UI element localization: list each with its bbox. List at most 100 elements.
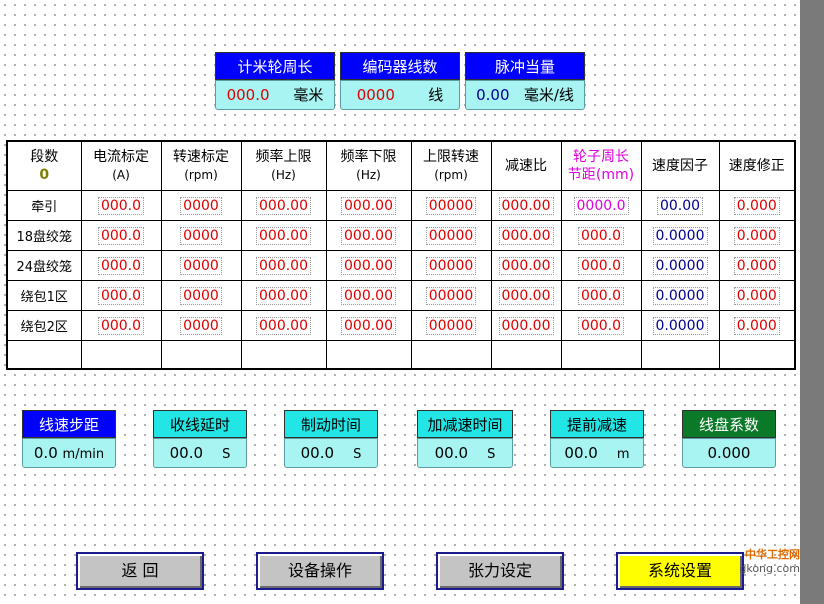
line-speed-step-field[interactable]: 0.0 m/min <box>22 438 116 468</box>
cell-value: 000.00 <box>341 226 396 245</box>
row-name: 18盘绞笼 <box>6 220 82 252</box>
table-cell[interactable]: 0.000 <box>718 250 796 282</box>
table-cell[interactable]: 0000 <box>160 310 242 342</box>
accel-decel-time-field[interactable]: 00.0 S <box>417 438 513 468</box>
table-cell[interactable]: 000.00 <box>325 220 412 252</box>
table-cell[interactable]: 000.00 <box>490 250 562 282</box>
header-label: 速度修正 <box>728 158 785 175</box>
table-cell <box>325 340 412 370</box>
cell-value: 000.0 <box>577 316 625 335</box>
header-frequency-lower: 频率下限 (Hz) <box>325 140 412 192</box>
table-cell[interactable]: 0000 <box>160 250 242 282</box>
header-unit: (rpm) <box>434 168 468 183</box>
take-up-delay-field[interactable]: 00.0 S <box>153 438 247 468</box>
table-cell[interactable]: 000.00 <box>325 190 412 222</box>
table-cell[interactable]: 00.00 <box>640 190 720 222</box>
table-cell[interactable]: 000.00 <box>490 220 562 252</box>
accel-decel-time-title: 加减速时间 <box>417 410 513 438</box>
table-cell[interactable]: 0000.0 <box>560 190 642 222</box>
cell-value: 000.0 <box>577 286 625 305</box>
encoder-lines-field[interactable]: 0000 线 <box>340 80 460 110</box>
table-cell[interactable]: 000.00 <box>240 310 327 342</box>
segment-count-value[interactable]: 0 <box>8 166 80 184</box>
table-cell[interactable]: 000.0 <box>560 220 642 252</box>
table-cell[interactable]: 000.0 <box>560 250 642 282</box>
header-label: 速度因子 <box>652 158 708 175</box>
cell-value: 0000 <box>180 226 222 245</box>
table-cell[interactable]: 0000 <box>160 190 242 222</box>
cell-value: 000.0 <box>97 226 145 245</box>
table-cell[interactable]: 000.00 <box>325 280 412 312</box>
header-label: 段数 <box>30 149 59 166</box>
table-cell[interactable]: 0.0000 <box>640 310 720 342</box>
row-name <box>6 340 82 370</box>
brake-time-field[interactable]: 00.0 S <box>284 438 378 468</box>
table-cell[interactable]: 000.00 <box>240 250 327 282</box>
header-label: 电流标定 <box>93 149 149 166</box>
row-name: 绕包2区 <box>6 310 82 342</box>
header-unit: 节距(mm) <box>567 167 635 184</box>
table-cell <box>240 340 327 370</box>
take-up-delay-title: 收线延时 <box>153 410 247 438</box>
header-reduction-ratio: 减速比 <box>490 140 562 192</box>
take-up-delay-block: 收线延时 00.0 S <box>153 410 247 468</box>
table-cell[interactable]: 0.0000 <box>640 250 720 282</box>
cell-value: 000.0 <box>97 256 145 275</box>
table-cell[interactable]: 0.0000 <box>640 220 720 252</box>
meter-wheel-circumference-field[interactable]: 000.0 毫米 <box>215 80 335 110</box>
table-cell[interactable]: 00000 <box>410 190 492 222</box>
table-cell[interactable]: 000.00 <box>240 220 327 252</box>
device-operation-button[interactable]: 设备操作 <box>256 552 384 590</box>
meter-wheel-circumference-value: 000.0 <box>226 86 270 104</box>
table-cell[interactable]: 000.0 <box>80 280 162 312</box>
cell-value: 0000 <box>180 316 222 335</box>
table-cell[interactable]: 0000 <box>160 280 242 312</box>
tension-setting-button[interactable]: 张力设定 <box>436 552 564 590</box>
table-cell[interactable]: 00000 <box>410 280 492 312</box>
table-cell[interactable]: 0.000 <box>718 190 796 222</box>
table-cell[interactable]: 000.00 <box>240 280 327 312</box>
line-speed-step-unit: m/min <box>62 447 105 462</box>
table-cell[interactable]: 000.00 <box>490 190 562 222</box>
table-cell[interactable]: 000.00 <box>490 280 562 312</box>
header-segment-count: 段数 0 <box>6 140 82 192</box>
reel-coefficient-value: 0.000 <box>707 444 751 462</box>
table-cell[interactable]: 000.0 <box>80 220 162 252</box>
table-cell[interactable]: 000.0 <box>80 190 162 222</box>
row-name: 绕包1区 <box>6 280 82 312</box>
header-unit: (A) <box>112 168 130 183</box>
table-cell[interactable]: 000.0 <box>560 280 642 312</box>
cell-value: 00000 <box>425 256 477 275</box>
header-label: 频率上限 <box>255 149 312 166</box>
table-cell[interactable]: 000.00 <box>325 250 412 282</box>
back-button[interactable]: 返 回 <box>76 552 204 590</box>
table-cell[interactable]: 0.000 <box>718 220 796 252</box>
header-unit: (rpm) <box>184 168 218 183</box>
table-cell[interactable]: 000.00 <box>240 190 327 222</box>
table-cell[interactable]: 000.00 <box>325 310 412 342</box>
table-cell[interactable]: 0.000 <box>718 280 796 312</box>
pulse-equivalent-field[interactable]: 0.00 毫米/线 <box>465 80 585 110</box>
table-cell[interactable]: 0.0000 <box>640 280 720 312</box>
cell-value: 000.00 <box>256 226 311 245</box>
table-cell[interactable]: 00000 <box>410 220 492 252</box>
header-speed-factor: 速度因子 <box>640 140 720 192</box>
table-cell[interactable]: 000.0 <box>80 310 162 342</box>
table-cell[interactable]: 000.00 <box>490 310 562 342</box>
cell-value: 000.0 <box>577 256 625 275</box>
encoder-lines-block: 编码器线数 0000 线 <box>340 52 460 110</box>
table-cell[interactable]: 00000 <box>410 250 492 282</box>
table-cell[interactable]: 00000 <box>410 310 492 342</box>
cell-value: 0.000 <box>733 196 780 215</box>
table-row: 绕包2区 000.0 0000 000.00 000.00 00000 000.00 000.… <box>6 310 796 342</box>
table-cell[interactable]: 0000 <box>160 220 242 252</box>
cell-value: 0000 <box>180 256 222 275</box>
early-decel-field[interactable]: 00.0 m <box>550 438 644 468</box>
cell-value: 000.00 <box>341 196 396 215</box>
header-unit: (Hz) <box>356 168 381 183</box>
table-cell[interactable]: 0.000 <box>718 310 796 342</box>
header-speed-calibration: 转速标定 (rpm) <box>160 140 242 192</box>
table-cell[interactable]: 000.0 <box>80 250 162 282</box>
reel-coefficient-field[interactable]: 0.000 <box>682 438 776 468</box>
table-cell[interactable]: 000.0 <box>560 310 642 342</box>
